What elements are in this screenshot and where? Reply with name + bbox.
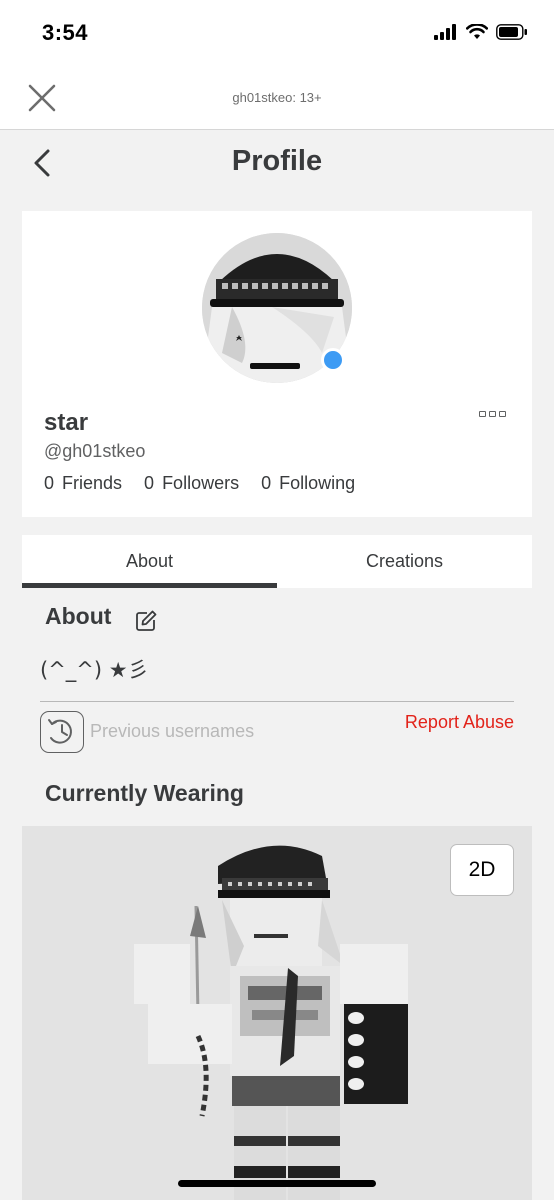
home-indicator	[178, 1180, 376, 1187]
friends-stat[interactable]: 0 Friends	[44, 473, 122, 494]
report-abuse-link[interactable]: Report Abuse	[405, 712, 514, 733]
battery-icon	[496, 24, 527, 40]
status-bar: 3:54	[0, 0, 554, 66]
history-icon	[48, 719, 72, 744]
following-label: Following	[279, 473, 356, 493]
followers-stat[interactable]: 0 Followers	[144, 473, 239, 494]
page-title: Profile	[231, 145, 323, 177]
about-heading: About	[45, 603, 112, 629]
followers-label: Followers	[162, 473, 240, 493]
web-header: gh01stkeo: 13+	[0, 66, 554, 130]
wifi-icon	[466, 24, 488, 39]
profile-tabs: About Creations	[22, 535, 532, 588]
profile-card: star @gh01stkeo 0 Friends 0 Followers 0 Fol…	[22, 211, 532, 517]
previous-usernames-label[interactable]: Previous usernames	[90, 721, 254, 742]
about-divider	[40, 701, 514, 702]
following-count: 0	[261, 473, 272, 493]
currently-wearing-heading: Currently Wearing	[45, 780, 244, 806]
display-name: star	[44, 409, 89, 436]
following-stat[interactable]: 0 Following	[261, 473, 355, 494]
edit-icon[interactable]	[134, 609, 158, 633]
web-title: gh01stkeo: 13+	[232, 90, 322, 105]
previous-usernames-button[interactable]	[40, 711, 84, 753]
friends-label: Friends	[62, 473, 123, 493]
toggle-2d-button[interactable]: 2D	[450, 844, 514, 896]
online-presence-dot	[321, 348, 345, 372]
friends-count: 0	[44, 473, 55, 493]
status-time: 3:54	[42, 20, 89, 45]
page-header: Profile	[0, 131, 554, 193]
followers-count: 0	[144, 473, 155, 493]
cellular-signal-icon	[434, 24, 456, 40]
tab-creations[interactable]: Creations	[277, 535, 532, 588]
tab-about[interactable]: About	[22, 535, 277, 588]
status-icons	[434, 24, 528, 40]
avatar-3d-viewer[interactable]: 2D	[22, 826, 532, 1200]
about-bio: (^_^) ★彡	[40, 658, 149, 682]
more-options-icon[interactable]	[479, 411, 506, 417]
profile-stats: 0 Friends 0 Followers 0 Following	[44, 473, 355, 494]
username: @gh01stkeo	[44, 441, 146, 461]
